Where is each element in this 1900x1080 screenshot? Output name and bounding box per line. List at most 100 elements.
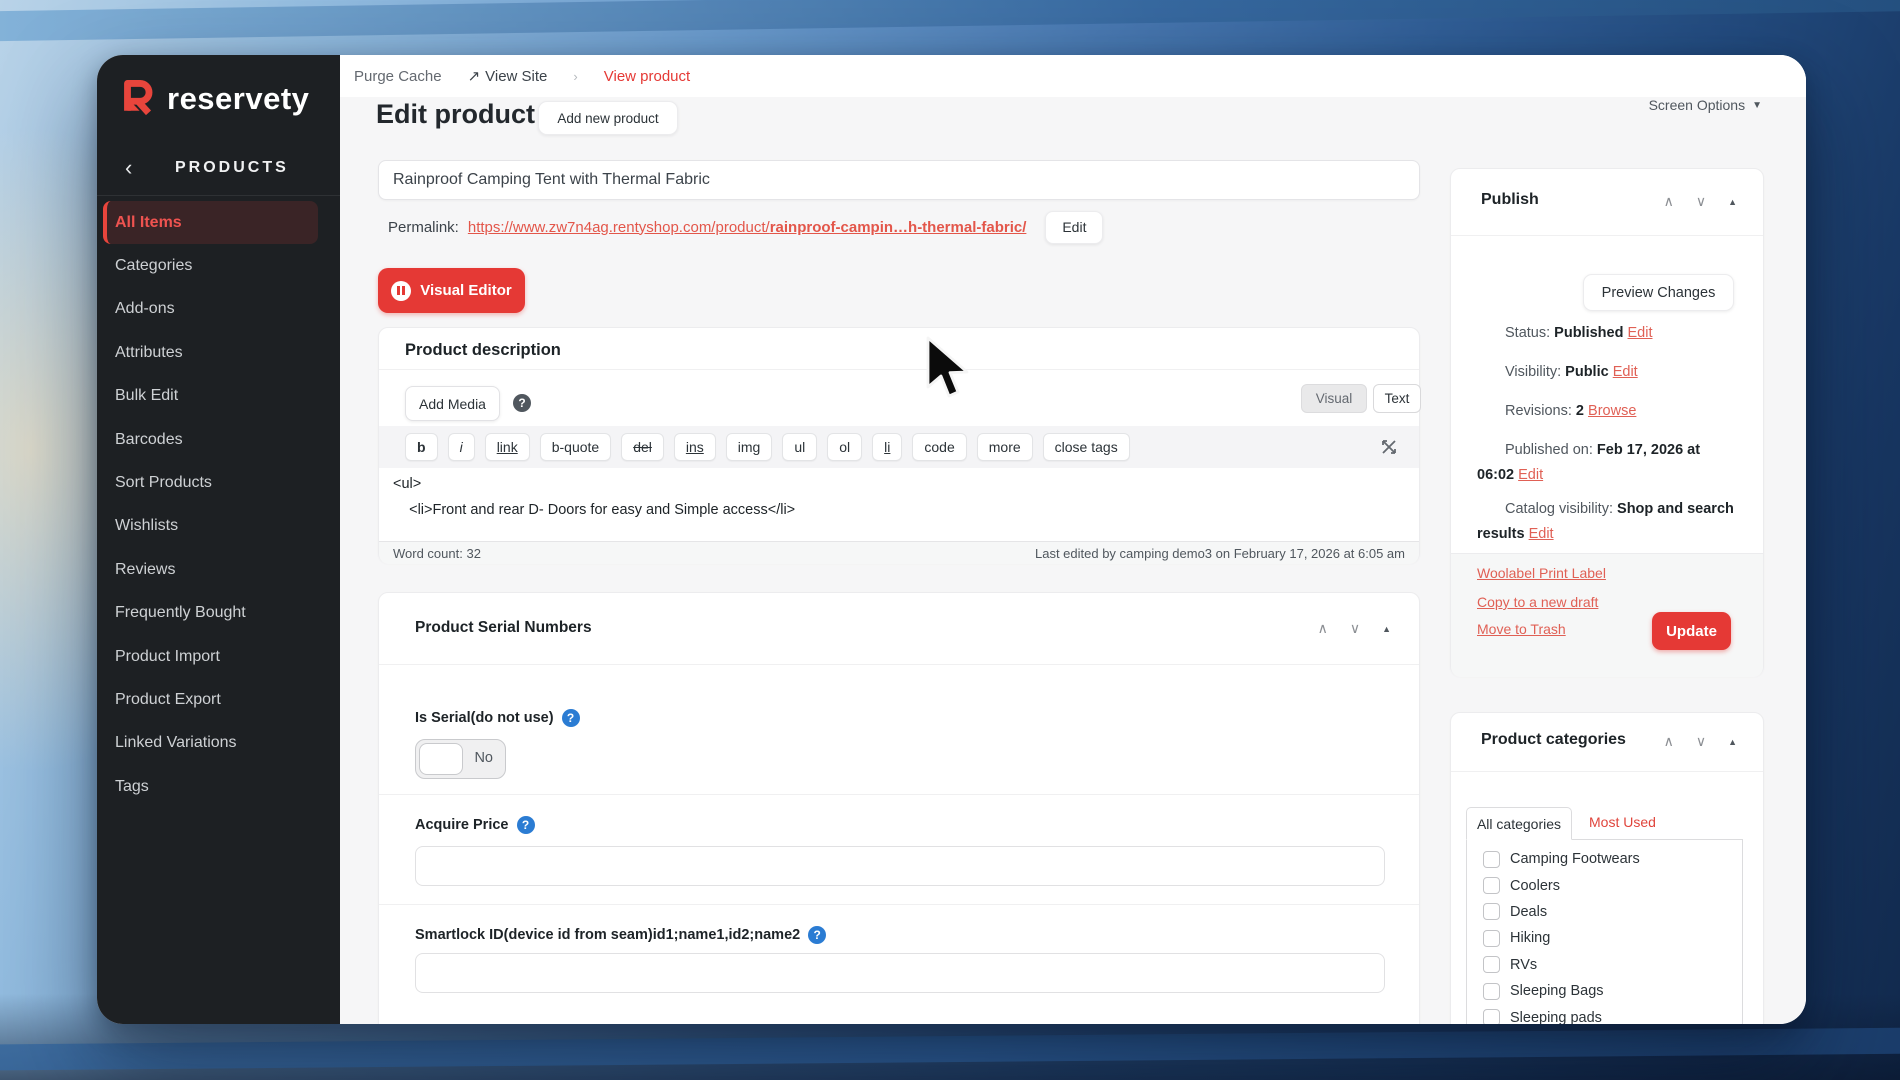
toolbar-code-button[interactable]: code: [912, 433, 966, 461]
sidebar-item-label: All Items: [115, 214, 182, 232]
preview-changes-button[interactable]: Preview Changes: [1583, 274, 1734, 311]
tab-most-used[interactable]: Most Used: [1589, 814, 1656, 830]
move-to-trash-link[interactable]: Move to Trash: [1477, 621, 1566, 637]
permalink-edit-button[interactable]: Edit: [1045, 211, 1103, 244]
help-icon[interactable]: ?: [517, 816, 535, 834]
checkbox[interactable]: [1483, 903, 1500, 920]
sidebar-item-barcodes[interactable]: Barcodes: [103, 418, 318, 461]
tab-all-categories[interactable]: All categories: [1466, 807, 1572, 840]
main-area: Purge Cache ↗ View Site › View product E…: [340, 55, 1806, 1024]
tab-text[interactable]: Text: [1373, 384, 1421, 413]
external-arrow-icon: ↗: [468, 67, 481, 85]
category-label: Hiking: [1510, 930, 1550, 946]
sidebar-item-linked-variations[interactable]: Linked Variations: [103, 722, 318, 765]
checkbox[interactable]: [1483, 983, 1500, 1000]
permalink-url-link[interactable]: https://www.zw7n4ag.rentyshop.com/produc…: [468, 219, 1027, 236]
screen-options-label: Screen Options: [1649, 97, 1746, 113]
toolbar-bquote-button[interactable]: b-quote: [540, 433, 611, 461]
add-new-product-button[interactable]: Add new product: [538, 101, 678, 135]
smartlock-id-input[interactable]: [415, 953, 1385, 993]
fullscreen-icon[interactable]: [1381, 439, 1397, 455]
description-heading: Product description: [405, 341, 561, 360]
toolbar-ol-button[interactable]: ol: [827, 433, 862, 461]
panel-toggle-icon[interactable]: ▲: [1382, 624, 1391, 634]
toolbar-li-button[interactable]: li: [872, 433, 902, 461]
sidebar-item-sort-products[interactable]: Sort Products: [103, 461, 318, 504]
toolbar-ins-button[interactable]: ins: [674, 433, 716, 461]
acquire-price-input[interactable]: [415, 846, 1385, 886]
checkbox[interactable]: [1483, 1009, 1500, 1024]
checkbox[interactable]: [1483, 956, 1500, 973]
product-title-input[interactable]: [378, 160, 1420, 200]
mouse-cursor: [925, 336, 971, 405]
tab-visual[interactable]: Visual: [1301, 384, 1367, 413]
sidebar-item-categories[interactable]: Categories: [103, 244, 318, 287]
panel-controls: ∧ ∨ ▲: [1664, 733, 1737, 750]
move-up-icon[interactable]: ∧: [1664, 193, 1674, 210]
word-count: Word count: 32: [393, 546, 481, 561]
move-down-icon[interactable]: ∨: [1696, 733, 1706, 750]
move-down-icon[interactable]: ∨: [1696, 193, 1706, 210]
toolbar-ul-button[interactable]: ul: [782, 433, 817, 461]
status-label: Status:: [1505, 325, 1550, 341]
toolbar-bold-button[interactable]: b: [405, 433, 438, 461]
move-down-icon[interactable]: ∨: [1350, 620, 1360, 637]
sidebar-collapse-icon[interactable]: ‹: [125, 155, 132, 181]
toolbar-img-button[interactable]: img: [726, 433, 773, 461]
category-label: Deals: [1510, 904, 1547, 920]
toolbar-link-button[interactable]: link: [485, 433, 530, 461]
visibility-edit-link[interactable]: Edit: [1613, 364, 1638, 380]
description-help-icon[interactable]: ?: [513, 394, 531, 412]
status-row: Status: Published Edit: [1477, 321, 1741, 346]
view-site-link[interactable]: ↗ View Site: [468, 67, 548, 85]
sidebar-item-product-import[interactable]: Product Import: [103, 635, 318, 678]
visual-editor-button[interactable]: Visual Editor: [378, 268, 525, 313]
help-icon[interactable]: ?: [562, 709, 580, 727]
move-up-icon[interactable]: ∧: [1318, 620, 1328, 637]
is-serial-toggle[interactable]: No: [415, 739, 506, 779]
sidebar-item-bulk-edit[interactable]: Bulk Edit: [103, 375, 318, 418]
copy-to-new-draft-link[interactable]: Copy to a new draft: [1477, 594, 1598, 610]
update-button[interactable]: Update: [1652, 612, 1731, 650]
sidebar-item-attributes[interactable]: Attributes: [103, 331, 318, 374]
screen-options-button[interactable]: Screen Options ▼: [1649, 97, 1762, 113]
toolbar-del-button[interactable]: del: [621, 433, 664, 461]
status-edit-link[interactable]: Edit: [1628, 325, 1653, 341]
panel-toggle-icon[interactable]: ▲: [1728, 737, 1737, 747]
revisions-label: Revisions:: [1505, 403, 1572, 419]
move-up-icon[interactable]: ∧: [1664, 733, 1674, 750]
help-icon[interactable]: ?: [808, 926, 826, 944]
divider: [1451, 771, 1763, 772]
toolbar-close-tags-button[interactable]: close tags: [1043, 433, 1130, 461]
purge-cache-link[interactable]: Purge Cache: [354, 68, 442, 85]
sidebar-item-add-ons[interactable]: Add-ons: [103, 288, 318, 331]
editor-textarea[interactable]: <ul> <li>Front and rear D- Doors for eas…: [379, 468, 1419, 541]
categories-list: Camping Footwears Coolers Deals Hik: [1467, 846, 1742, 1024]
toolbar-italic-button[interactable]: i: [448, 433, 475, 461]
sidebar-section-header: ‹ PRODUCTS: [97, 155, 340, 185]
toolbar-more-button[interactable]: more: [977, 433, 1033, 461]
published-on-edit-link[interactable]: Edit: [1518, 467, 1543, 483]
checkbox[interactable]: [1483, 851, 1500, 868]
sidebar-item-reviews[interactable]: Reviews: [103, 548, 318, 591]
panel-toggle-icon[interactable]: ▲: [1728, 197, 1737, 207]
catalog-visibility-edit-link[interactable]: Edit: [1529, 526, 1554, 542]
add-media-button[interactable]: Add Media: [405, 386, 500, 421]
sidebar-item-wishlists[interactable]: Wishlists: [103, 505, 318, 548]
sidebar-item-label: Categories: [115, 257, 192, 275]
divider: [379, 664, 1419, 665]
view-product-link[interactable]: View product: [604, 68, 690, 85]
checkbox[interactable]: [1483, 930, 1500, 947]
sidebar-item-product-export[interactable]: Product Export: [103, 678, 318, 721]
sidebar-item-label: Bulk Edit: [115, 387, 178, 405]
sidebar-item-frequently-bought[interactable]: Frequently Bought: [103, 592, 318, 635]
categories-list-box: Camping Footwears Coolers Deals Hik: [1466, 839, 1743, 1024]
revisions-browse-link[interactable]: Browse: [1588, 403, 1636, 419]
sidebar-item-all-items[interactable]: All Items: [103, 201, 318, 244]
sidebar-item-tags[interactable]: Tags: [103, 765, 318, 808]
visibility-label: Visibility:: [1505, 364, 1561, 380]
divider: [379, 794, 1419, 795]
woolabel-print-label-link[interactable]: Woolabel Print Label: [1477, 565, 1606, 581]
checkbox[interactable]: [1483, 877, 1500, 894]
status-value: Published: [1554, 325, 1623, 341]
